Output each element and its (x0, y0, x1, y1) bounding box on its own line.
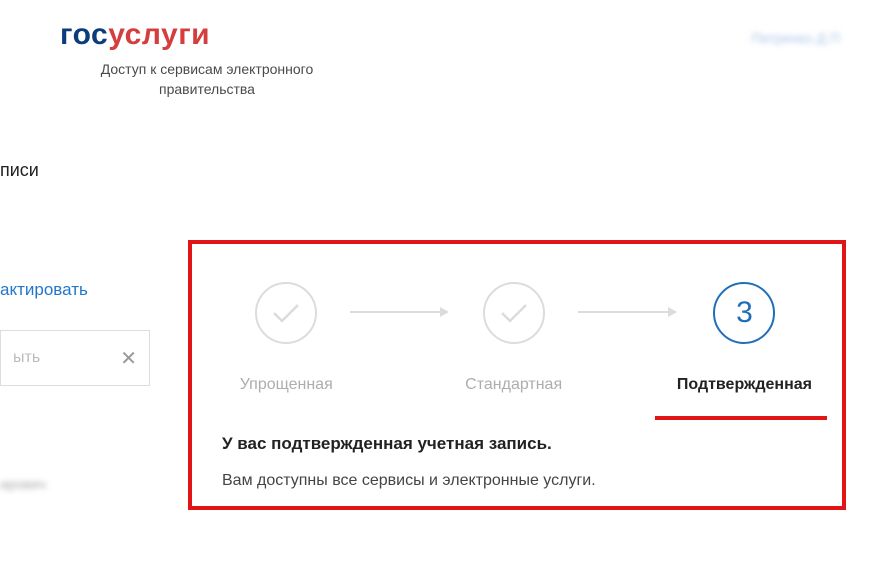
section-title-fragment: писи (0, 160, 39, 181)
close-icon[interactable]: ✕ (120, 346, 137, 371)
step-simplified: Упрощенная (222, 282, 350, 394)
site-logo[interactable]: госуслуги (60, 18, 870, 52)
logo-text-blue: гос (60, 18, 108, 51)
arrow-icon (578, 307, 677, 317)
user-name-link[interactable]: Петренко Д П (752, 30, 841, 46)
progress-stepper: Упрощенная Стандартная 3 Подтвержденная (222, 282, 812, 394)
active-step-underline (655, 416, 827, 420)
checkmark-icon (255, 282, 317, 344)
step-standard: Стандартная (449, 282, 577, 394)
collapse-label: ыть (13, 349, 40, 367)
patronymic-blurred: ирович (0, 476, 155, 492)
edit-link[interactable]: актировать (0, 280, 155, 300)
status-title: У вас подтвержденная учетная запись. (222, 434, 812, 454)
status-description: Вам доступны все сервисы и электронные у… (222, 472, 812, 490)
step-label: Стандартная (465, 376, 562, 394)
account-status-card: Упрощенная Стандартная 3 Подтвержденная … (188, 240, 846, 510)
collapse-box[interactable]: ыть ✕ (0, 330, 150, 386)
step-label-active: Подтвержденная (677, 376, 812, 394)
checkmark-icon (483, 282, 545, 344)
step-number-badge: 3 (713, 282, 775, 344)
site-tagline: Доступ к сервисам электронного правитель… (92, 60, 322, 99)
logo-text-red: услуги (108, 18, 210, 51)
arrow-icon (350, 307, 449, 317)
step-label: Упрощенная (240, 376, 333, 394)
step-confirmed: 3 Подтвержденная (677, 282, 812, 394)
